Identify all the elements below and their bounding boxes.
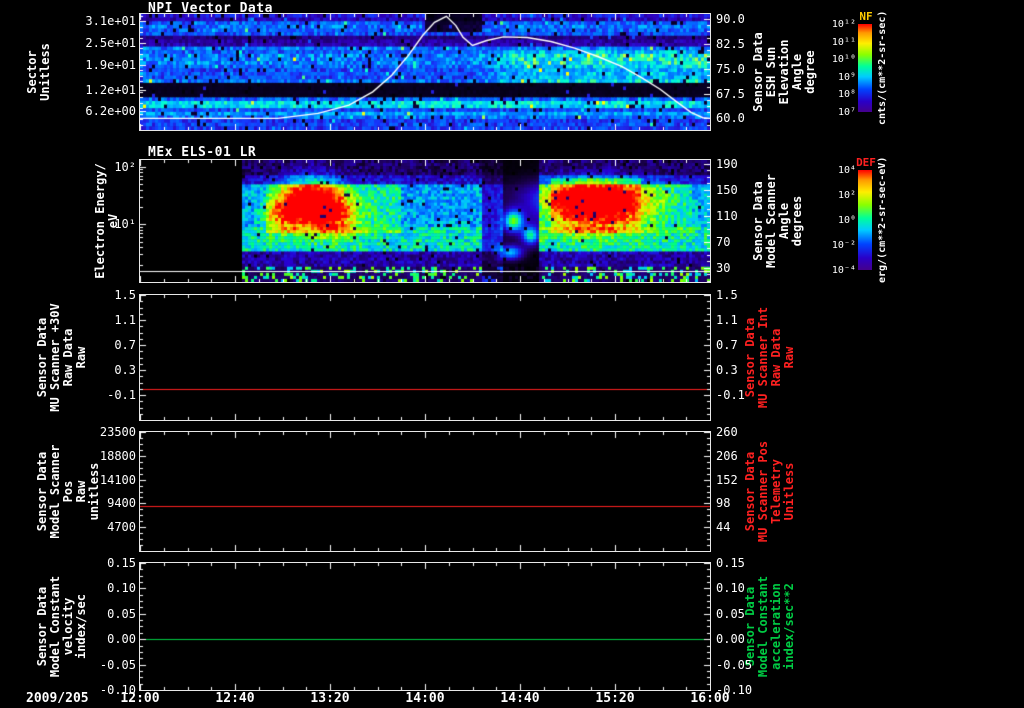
y-axis-tick-label: 14100 bbox=[99, 472, 136, 487]
colorbar-tick-label: 10⁻⁴ bbox=[831, 265, 856, 276]
y-axis-tick-label: 150 bbox=[716, 182, 738, 197]
x-axis-tick-label: 14:40 bbox=[500, 691, 540, 706]
nf-colorbar-gradient bbox=[858, 24, 872, 112]
y-axis-tick-label: 75.0 bbox=[716, 61, 745, 76]
y-axis-tick-label: 190 bbox=[716, 156, 738, 171]
y-axis-tick-label: 82.5 bbox=[716, 36, 745, 51]
y-axis-tick-label: 0.7 bbox=[114, 338, 136, 352]
y-axis-tick-label: 0.05 bbox=[716, 606, 745, 621]
y-axis-tick-label: 10² bbox=[114, 159, 136, 174]
y-axis-tick-label: 70 bbox=[716, 234, 731, 249]
scanpos-left-axis-label: Sensor Data Model Scanner Pos Raw unitle… bbox=[35, 444, 101, 539]
y-axis-tick-label: 30 bbox=[716, 260, 731, 275]
x-axis-tick-label: 15:20 bbox=[595, 691, 635, 706]
y-axis-tick-label: 67.5 bbox=[716, 86, 745, 101]
mu30v-panel bbox=[139, 294, 711, 421]
y-axis-tick-label: 0.10 bbox=[107, 581, 136, 596]
colorbar-tick-label: 10⁸ bbox=[837, 89, 856, 101]
els-panel-title: MEx ELS-01 LR bbox=[148, 145, 257, 160]
mu30v-left-axis-label: Sensor Data MU Scanner +30V Raw Data Raw bbox=[35, 303, 88, 412]
y-axis-tick-label: 0.3 bbox=[716, 363, 738, 377]
y-axis-tick-label: 0.15 bbox=[716, 556, 745, 570]
y-axis-tick-label: 1.1 bbox=[114, 313, 136, 327]
x-axis-tick-label: 12:40 bbox=[215, 691, 255, 706]
npi-canvas bbox=[140, 14, 710, 130]
colorbar-tick-label: 10² bbox=[837, 190, 856, 201]
y-axis-tick-label: 260 bbox=[716, 425, 738, 439]
velocity-panel bbox=[139, 562, 711, 691]
y-axis-tick-label: 0.05 bbox=[107, 606, 136, 621]
y-axis-tick-label: 0.00 bbox=[107, 632, 136, 647]
y-axis-tick-label: 1.2e+01 bbox=[85, 83, 136, 98]
y-axis-tick-label: 44 bbox=[716, 520, 731, 535]
y-axis-tick-label: 0.15 bbox=[107, 556, 136, 570]
y-axis-tick-label: 2.5e+01 bbox=[85, 36, 136, 50]
x-axis-tick-label: 14:00 bbox=[405, 691, 445, 706]
mu30v-right-axis-label: Sensor Data MU Scanner Int Raw Data Raw bbox=[743, 306, 796, 409]
y-axis-tick-label: -0.1 bbox=[716, 388, 745, 402]
def-colorbar-units: erg/(cm**2-sr-sec-eV) bbox=[877, 156, 888, 283]
y-axis-tick-label: 0.10 bbox=[716, 581, 745, 596]
mu30v-canvas bbox=[140, 295, 710, 420]
y-axis-tick-label: 10¹ bbox=[114, 217, 136, 232]
y-axis-tick-label: 9400 bbox=[107, 496, 136, 511]
y-axis-tick-label: -0.10 bbox=[99, 683, 136, 697]
colorbar-tick-label: 10¹¹ bbox=[831, 36, 856, 48]
y-axis-tick-label: 3.1e+01 bbox=[85, 14, 136, 29]
y-axis-tick-label: 1.5 bbox=[716, 288, 738, 302]
y-axis-tick-label: 0.3 bbox=[114, 363, 136, 377]
y-axis-tick-label: 1.9e+01 bbox=[85, 57, 136, 72]
els-canvas bbox=[140, 160, 710, 282]
y-axis-tick-label: 0.00 bbox=[716, 632, 745, 647]
y-axis-tick-label: -0.05 bbox=[716, 657, 753, 672]
y-axis-tick-label: 6.2e+00 bbox=[85, 104, 136, 119]
y-axis-tick-label: 0.7 bbox=[716, 338, 738, 352]
y-axis-tick-label: 1.1 bbox=[716, 313, 738, 327]
y-axis-tick-label: 60.0 bbox=[716, 111, 745, 126]
colorbar-tick-label: 10⁻² bbox=[831, 240, 856, 251]
y-axis-tick-label: -0.05 bbox=[99, 657, 136, 672]
npi-panel bbox=[139, 13, 711, 131]
velocity-canvas bbox=[140, 563, 710, 690]
def-colorbar-title: DEF bbox=[856, 156, 876, 169]
y-axis-tick-label: 90.0 bbox=[716, 11, 745, 26]
y-axis-tick-label: -0.10 bbox=[716, 683, 753, 697]
velocity-left-axis-label: Sensor Data Model Constant velocity inde… bbox=[35, 575, 88, 678]
y-axis-tick-label: 152 bbox=[716, 472, 738, 487]
npi-left-axis-label: Sector Unitless bbox=[25, 43, 52, 101]
colorbar-tick-label: 10⁴ bbox=[837, 165, 856, 176]
colorbar-tick-label: 10⁰ bbox=[837, 215, 856, 226]
date-label: 2009/205 bbox=[26, 691, 89, 706]
scanpos-canvas bbox=[140, 432, 710, 551]
x-axis-tick-label: 13:20 bbox=[310, 691, 350, 706]
colorbar-tick-label: 10¹² bbox=[831, 19, 856, 30]
npi-right-axis-label: Sensor Data ESH Sun Elevation Angle degr… bbox=[751, 32, 817, 112]
y-axis-tick-label: 110 bbox=[716, 208, 738, 223]
y-axis-tick-label: -0.1 bbox=[107, 388, 136, 402]
scanpos-panel bbox=[139, 431, 711, 552]
els-right-axis-label: Sensor Data Model Scanner Angle degrees bbox=[751, 174, 804, 268]
colorbar-tick-label: 10⁹ bbox=[837, 71, 856, 83]
y-axis-tick-label: 23500 bbox=[99, 425, 136, 439]
y-axis-tick-label: 4700 bbox=[107, 520, 136, 535]
y-axis-tick-label: 1.5 bbox=[114, 288, 136, 302]
colorbar-tick-label: 10¹⁰ bbox=[831, 54, 856, 66]
colorbar-tick-label: 10⁷ bbox=[837, 107, 856, 118]
nf-colorbar-units: cnts/(cm**2-sr-sec) bbox=[877, 10, 888, 125]
y-axis-tick-label: 18800 bbox=[99, 448, 136, 463]
y-axis-tick-label: 206 bbox=[716, 448, 738, 463]
els-panel bbox=[139, 159, 711, 283]
y-axis-tick-label: 98 bbox=[716, 496, 731, 511]
figure: NPI Vector Data MEx ELS-01 LR Sector Uni… bbox=[0, 0, 1024, 708]
def-colorbar-gradient bbox=[858, 170, 872, 270]
scanpos-right-axis-label: Sensor Data MU Scanner Pos Telemetry Uni… bbox=[743, 440, 796, 543]
nf-colorbar-title: NF bbox=[859, 10, 873, 23]
